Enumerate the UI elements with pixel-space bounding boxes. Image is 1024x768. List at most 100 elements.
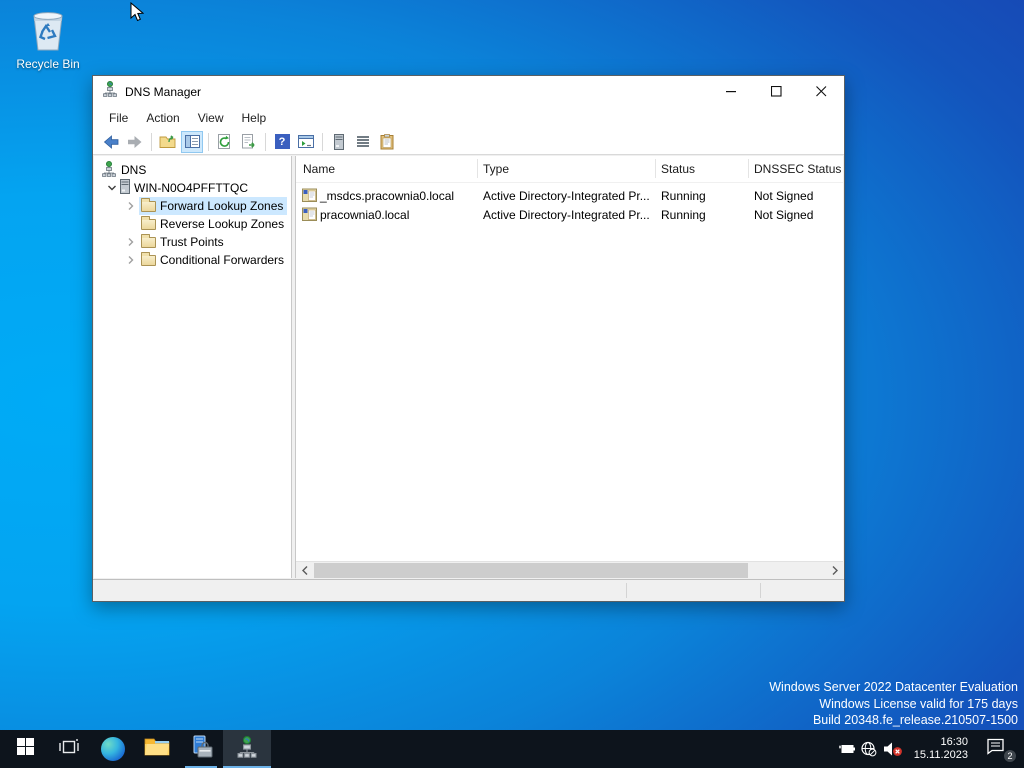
- zones-list-pane: Name Type Status DNSSEC Status _msdcs.pr…: [295, 156, 843, 578]
- notification-badge: 2: [1003, 749, 1017, 763]
- scroll-left-icon[interactable]: [296, 562, 313, 578]
- edge-icon: [101, 737, 125, 761]
- dns-manager-taskbar-button[interactable]: [223, 730, 271, 768]
- clipboard-icon[interactable]: [376, 131, 398, 153]
- list-icon[interactable]: [352, 131, 374, 153]
- column-header-name[interactable]: Name: [303, 162, 335, 176]
- taskbar-clock[interactable]: 16:30 15.11.2023: [914, 736, 968, 762]
- volume-muted-icon[interactable]: [880, 741, 906, 757]
- action-center-button[interactable]: 2: [978, 738, 1017, 763]
- server-icon: [120, 179, 130, 197]
- server-manager-button[interactable]: [179, 730, 223, 768]
- export-list-icon[interactable]: [238, 131, 260, 153]
- console-tree-pane: DNS WIN-N0O4PFFTTQC Forward Lookup Zones…: [94, 156, 292, 578]
- status-bar: [93, 579, 844, 601]
- server-manager-icon: [189, 735, 213, 764]
- action-center-icon: [986, 738, 1005, 760]
- tree-item-reverse-lookup-zones[interactable]: Reverse Lookup Zones: [94, 215, 291, 233]
- zone-type: Active Directory-Integrated Pr...: [483, 208, 650, 222]
- recycle-bin-icon: [10, 8, 86, 54]
- edge-button[interactable]: [91, 730, 135, 768]
- system-info-line-3: Build 20348.fe_release.210507-1500: [812, 713, 1018, 727]
- header-underline: [296, 182, 843, 183]
- tree-label-forward-lookup-zones: Forward Lookup Zones: [160, 199, 284, 213]
- recycle-bin-label: Recycle Bin: [16, 57, 80, 71]
- server-column-icon[interactable]: [328, 131, 350, 153]
- zone-type: Active Directory-Integrated Pr...: [483, 189, 650, 203]
- tree-label-conditional-forwarders: Conditional Forwarders: [160, 253, 285, 267]
- window-content: DNS WIN-N0O4PFFTTQC Forward Lookup Zones…: [93, 155, 844, 579]
- folder-icon: [141, 215, 156, 230]
- zone-name: pracownia0.local: [320, 208, 410, 222]
- horizontal-scrollbar[interactable]: [296, 561, 843, 578]
- chevron-right-icon[interactable]: [123, 237, 139, 247]
- chevron-right-icon[interactable]: [123, 255, 139, 265]
- system-info-line-1: Windows Server 2022 Datacenter Evaluatio…: [769, 680, 1018, 694]
- taskbar: 16:30 15.11.2023 2: [0, 730, 1024, 768]
- tree-label-server: WIN-N0O4PFFTTQC: [134, 181, 248, 195]
- scrollbar-thumb[interactable]: [314, 563, 748, 578]
- back-icon[interactable]: [100, 131, 122, 153]
- status-divider: [626, 583, 627, 598]
- maximize-button[interactable]: [754, 76, 799, 107]
- system-info-line-2: Windows License valid for 175 days: [819, 696, 1018, 711]
- toolbar-separator: [322, 132, 323, 151]
- dns-manager-icon: [102, 81, 118, 102]
- folder-icon: [141, 197, 156, 212]
- column-header-type[interactable]: Type: [483, 162, 509, 176]
- tree-item-trust-points[interactable]: Trust Points: [94, 233, 291, 251]
- tree-label-trust-points: Trust Points: [160, 235, 224, 249]
- tree-item-dns-root[interactable]: DNS: [94, 160, 291, 180]
- file-explorer-button[interactable]: [135, 730, 179, 768]
- start-button[interactable]: [3, 730, 47, 768]
- tree-label-reverse-lookup-zones: Reverse Lookup Zones: [160, 217, 285, 231]
- menu-help[interactable]: Help: [233, 108, 276, 128]
- battery-icon[interactable]: [836, 743, 858, 755]
- task-view-button[interactable]: [47, 730, 91, 768]
- tree-item-forward-lookup-zones[interactable]: Forward Lookup Zones: [94, 197, 291, 215]
- column-divider[interactable]: [748, 159, 749, 178]
- console-window-icon[interactable]: [295, 131, 317, 153]
- scroll-right-icon[interactable]: [826, 562, 843, 578]
- column-header-status[interactable]: Status: [661, 162, 695, 176]
- clock-date: 15.11.2023: [913, 749, 968, 761]
- zone-status: Running: [661, 189, 706, 203]
- forward-icon[interactable]: [124, 131, 146, 153]
- clock-time: 16:30: [940, 736, 968, 748]
- zone-icon: [302, 188, 317, 205]
- refresh-icon[interactable]: [214, 131, 236, 153]
- system-info: Windows Server 2022 Datacenter Evaluatio…: [769, 679, 1018, 729]
- column-divider[interactable]: [477, 159, 478, 178]
- status-divider: [760, 583, 761, 598]
- chevron-right-icon[interactable]: [123, 201, 139, 211]
- chevron-down-icon[interactable]: [104, 183, 120, 193]
- help-icon[interactable]: ?: [271, 131, 293, 153]
- toolbar: ?: [93, 129, 844, 155]
- tree-item-server[interactable]: WIN-N0O4PFFTTQC: [94, 179, 291, 197]
- system-tray: 16:30 15.11.2023 2: [836, 730, 1024, 768]
- network-icon[interactable]: [858, 741, 880, 757]
- folder-icon: [141, 233, 156, 248]
- zone-dnssec: Not Signed: [754, 189, 814, 203]
- minimize-button[interactable]: [709, 76, 754, 107]
- column-header-dnssec[interactable]: DNSSEC Status: [754, 162, 841, 176]
- window-title: DNS Manager: [125, 84, 202, 99]
- start-icon: [16, 738, 34, 760]
- up-folder-icon[interactable]: [157, 131, 179, 153]
- zone-row-pracownia0[interactable]: pracownia0.local Active Directory-Integr…: [296, 205, 843, 224]
- zone-status: Running: [661, 208, 706, 222]
- tree-item-conditional-forwarders[interactable]: Conditional Forwarders: [94, 251, 291, 269]
- menu-file[interactable]: File: [100, 108, 137, 128]
- show-console-tree-icon[interactable]: [181, 130, 203, 153]
- zone-name: _msdcs.pracownia0.local: [320, 189, 455, 203]
- title-bar[interactable]: DNS Manager: [93, 76, 844, 107]
- recycle-bin[interactable]: Recycle Bin: [10, 8, 86, 71]
- column-divider[interactable]: [655, 159, 656, 178]
- menu-action[interactable]: Action: [137, 108, 188, 128]
- menu-view[interactable]: View: [189, 108, 233, 128]
- close-button[interactable]: [799, 76, 844, 107]
- list-header: Name Type Status DNSSEC Status: [296, 156, 843, 183]
- dns-root-icon: [101, 160, 117, 180]
- zone-row-msdcs[interactable]: _msdcs.pracownia0.local Active Directory…: [296, 186, 843, 205]
- toolbar-separator: [151, 132, 152, 151]
